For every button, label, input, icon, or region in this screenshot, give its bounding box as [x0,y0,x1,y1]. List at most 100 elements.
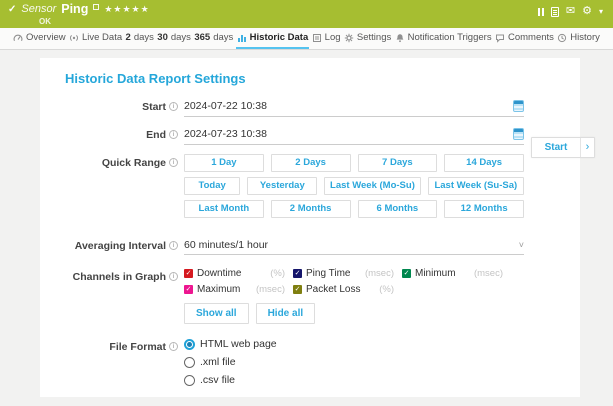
quick-range-14-days-button[interactable]: 14 Days [444,154,524,172]
show-all-button[interactable]: Show all [184,303,249,324]
tab-label: Notification Triggers [408,32,492,43]
tab-settings[interactable]: Settings [343,28,392,49]
quick-range-2-months-button[interactable]: 2 Months [271,200,351,218]
info-icon[interactable]: i [169,272,178,281]
quick-range-last-week-su-sa-button[interactable]: Last Week (Su-Sa) [428,177,524,195]
radio-selected-icon [184,339,195,350]
channel-downtime-checkbox[interactable]: ✓ Downtime (%) [184,268,285,279]
tab-365-days[interactable]: 365 days [193,28,234,49]
start-label: Starti [65,98,178,113]
pause-icon[interactable] [538,8,544,16]
radio-label: .csv file [200,374,235,386]
history-clock-icon [557,33,567,43]
sensor-title: ✓ Sensor Ping ★★★★★ [8,3,605,16]
checkbox-checked-icon: ✓ [402,269,411,278]
channel-unit: (msec) [365,268,394,279]
quick-range-row: Quick Rangei 1 Day 2 Days 7 Days 14 Days… [65,154,580,223]
channel-name: Minimum [415,268,456,279]
quick-range-yesterday-button[interactable]: Yesterday [247,177,317,195]
quick-range-last-month-button[interactable]: Last Month [184,200,264,218]
report-icon[interactable] [551,7,559,17]
channel-unit: (%) [270,268,285,279]
quick-range-today-button[interactable]: Today [184,177,240,195]
info-icon[interactable]: i [169,158,178,167]
channel-ping-time-checkbox[interactable]: ✓ Ping Time (msec) [293,268,394,279]
tab-overview[interactable]: Overview [12,28,67,49]
channels-in-graph-row: Channels in Graphi ✓ Downtime (%) ✓ Ping… [65,268,580,324]
caret-down-icon[interactable]: ▾ [599,7,603,17]
priority-stars[interactable]: ★★★★★ [104,3,149,15]
tab-notification-triggers[interactable]: Notification Triggers [394,28,493,49]
file-format-option-xml[interactable]: .xml file [184,356,524,368]
calendar-icon[interactable] [513,128,524,140]
averaging-interval-select[interactable]: 60 minutes/1 hour ˅ [184,237,524,255]
info-icon[interactable]: i [169,342,178,351]
tab-number: 30 [157,32,168,43]
sensor-state-icon [93,4,99,10]
chevron-right-icon: › [580,138,594,157]
channel-packet-loss-checkbox[interactable]: ✓ Packet Loss (%) [293,284,394,295]
end-row: Endi [65,126,580,145]
tab-label: days [171,32,191,43]
sensor-name: Ping [61,3,88,16]
info-icon[interactable]: i [169,102,178,111]
tab-label: Historic Data [250,32,309,43]
email-icon[interactable]: ✉ [566,6,575,17]
tab-live-data[interactable]: Live Data [68,28,123,49]
info-icon[interactable]: i [169,130,178,139]
channel-unit: (msec) [256,284,285,295]
bar-chart-icon [237,33,247,43]
chevron-down-icon: ˅ [519,240,524,250]
tab-label: days [134,32,154,43]
end-date-input[interactable] [184,126,513,142]
status-check-icon: ✓ [8,3,16,16]
tab-label: Overview [26,32,66,43]
end-label: Endi [65,126,178,141]
tab-bar: Overview Live Data 2 days 30 days 365 da… [0,28,613,50]
calendar-icon[interactable] [513,100,524,112]
gear-icon[interactable]: ⚙ [582,6,592,17]
tab-30-days[interactable]: 30 days [156,28,192,49]
start-report-button[interactable]: Start › [531,137,595,158]
tab-label: Comments [508,32,554,43]
tab-label: Live Data [82,32,122,43]
tab-log[interactable]: Log [311,28,342,49]
comment-bubble-icon [495,33,505,43]
checkbox-checked-icon: ✓ [293,269,302,278]
tab-comments[interactable]: Comments [494,28,555,49]
file-format-option-html[interactable]: HTML web page [184,338,524,350]
averaging-interval-value: 60 minutes/1 hour [184,239,268,251]
channel-maximum-checkbox[interactable]: ✓ Maximum (msec) [184,284,285,295]
quick-range-last-week-mo-su-button[interactable]: Last Week (Mo-Su) [324,177,420,195]
tab-historic-data[interactable]: Historic Data [236,28,310,49]
quick-range-12-months-button[interactable]: 12 Months [444,200,524,218]
file-format-label: File Formati [65,338,178,353]
channel-minimum-checkbox[interactable]: ✓ Minimum (msec) [402,268,503,279]
tab-label: Settings [357,32,391,43]
quick-range-2-days-button[interactable]: 2 Days [271,154,351,172]
quick-range-1-day-button[interactable]: 1 Day [184,154,264,172]
channel-name: Maximum [197,284,240,295]
radio-label: HTML web page [200,338,277,350]
tab-number: 2 [126,32,131,43]
channel-unit: (msec) [474,268,503,279]
channels-in-graph-label: Channels in Graphi [65,268,178,283]
start-report-button-label: Start [532,138,580,157]
tab-history[interactable]: History [556,28,601,49]
quick-range-7-days-button[interactable]: 7 Days [358,154,438,172]
radio-label: .xml file [200,356,236,368]
quick-range-6-months-button[interactable]: 6 Months [358,200,438,218]
start-date-input[interactable] [184,98,513,114]
hide-all-button[interactable]: Hide all [256,303,316,324]
tab-2-days[interactable]: 2 days [125,28,155,49]
info-icon[interactable]: i [169,241,178,250]
bell-icon [395,33,405,43]
file-format-option-csv[interactable]: .csv file [184,374,524,386]
averaging-interval-row: Averaging Intervali 60 minutes/1 hour ˅ [65,237,580,255]
tab-label: days [213,32,233,43]
header-actions: ✉ ⚙ ▾ [538,6,603,17]
live-signal-icon [69,33,79,43]
averaging-interval-label: Averaging Intervali [65,237,178,252]
checkbox-checked-icon: ✓ [184,269,193,278]
checkbox-checked-icon: ✓ [184,285,193,294]
